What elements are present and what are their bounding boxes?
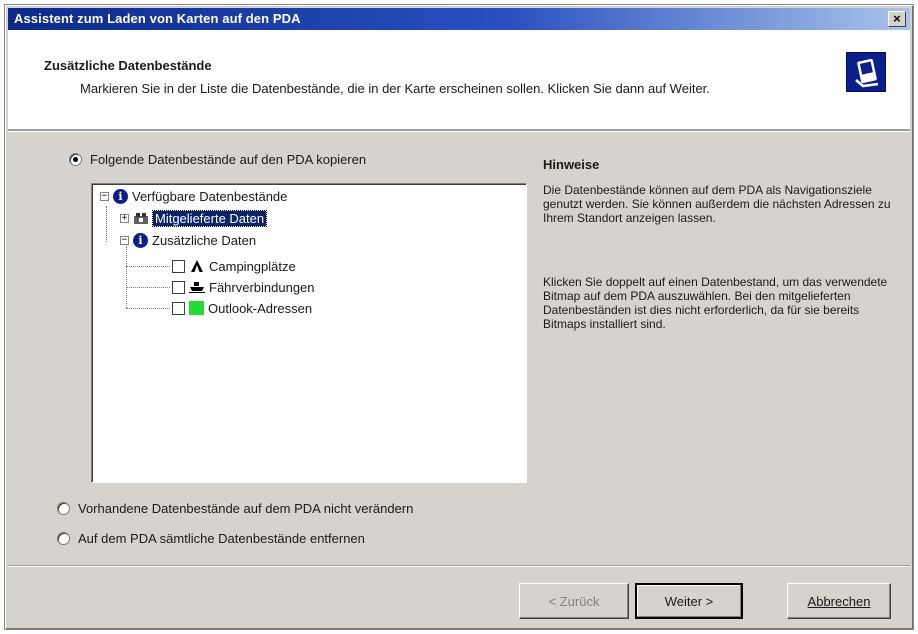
page-title: Zusätzliche Datenbestände	[44, 58, 212, 73]
collapse-icon[interactable]: −	[120, 235, 129, 245]
supplied-data-icon	[133, 211, 149, 225]
close-icon: ×	[893, 11, 901, 26]
ferry-icon	[189, 280, 205, 294]
green-square-icon	[189, 301, 204, 315]
next-button-label: Weiter >	[664, 593, 714, 609]
header-divider	[8, 130, 910, 132]
ferry-checkbox[interactable]	[172, 280, 185, 294]
cancel-button-label: Abbrechen	[807, 593, 871, 609]
keep-radio[interactable]	[57, 502, 70, 515]
tree-line	[126, 246, 127, 308]
page-description: Markieren Sie in der Liste die Datenbest…	[80, 81, 710, 96]
wizard-window: Assistent zum Laden von Karten auf den P…	[4, 4, 914, 630]
keep-option[interactable]: Vorhandene Datenbestände auf dem PDA nic…	[57, 501, 413, 516]
tree-item-ferry[interactable]: Fährverbindungen	[172, 277, 315, 297]
hints-paragraph: Die Datenbestände können auf dem PDA als…	[543, 183, 891, 225]
tree-line	[106, 206, 107, 242]
copy-option-label: Folgende Datenbestände auf den PDA kopie…	[90, 152, 367, 167]
hints-title: Hinweise	[543, 157, 600, 172]
camping-checkbox[interactable]	[172, 259, 185, 273]
window-title: Assistent zum Laden von Karten auf den P…	[14, 11, 301, 26]
tent-icon	[189, 259, 205, 273]
tree-node-label: Mitgelieferte Daten	[151, 209, 268, 227]
pda-icon	[846, 52, 886, 92]
title-bar[interactable]: Assistent zum Laden von Karten auf den P…	[8, 8, 910, 30]
keep-option-label: Vorhandene Datenbestände auf dem PDA nic…	[78, 501, 414, 516]
outlook-checkbox[interactable]	[172, 301, 185, 315]
expand-icon[interactable]: +	[120, 213, 129, 223]
tree-node-root[interactable]: − i Verfügbare Datenbestände	[100, 186, 287, 206]
tree-node-label: Outlook-Adressen	[208, 300, 313, 316]
info-icon: i	[133, 232, 148, 248]
tree-node-label: Zusätzliche Daten	[152, 232, 257, 248]
copy-radio[interactable]	[69, 153, 82, 166]
tree-node-label: Fährverbindungen	[209, 279, 315, 295]
cancel-button[interactable]: Abbrechen	[787, 583, 891, 619]
tree-node-label: Verfügbare Datenbestände	[132, 188, 288, 204]
tree-item-camping[interactable]: Campingplätze	[172, 256, 296, 276]
tree-node-additional[interactable]: − i Zusätzliche Daten	[120, 230, 256, 250]
footer-divider	[8, 565, 910, 567]
tree-node-supplied[interactable]: + Mitgelieferte Daten	[120, 208, 268, 228]
remove-radio[interactable]	[57, 532, 70, 545]
info-icon: i	[113, 188, 128, 204]
remove-option-label: Auf dem PDA sämtliche Datenbestände entf…	[78, 531, 365, 546]
tree-item-outlook[interactable]: Outlook-Adressen	[172, 298, 312, 318]
hints-paragraph: Klicken Sie doppelt auf einen Datenbesta…	[543, 275, 888, 331]
tree-node-label: Campingplätze	[209, 258, 296, 274]
back-button-label: < Zurück	[548, 593, 600, 609]
tree-line	[126, 266, 170, 267]
dataset-tree[interactable]: − i Verfügbare Datenbestände + Mitgelief…	[91, 183, 527, 483]
remove-option[interactable]: Auf dem PDA sämtliche Datenbestände entf…	[57, 531, 365, 546]
tree-line	[126, 308, 170, 309]
tree-line	[126, 287, 170, 288]
wizard-header: Zusätzliche Datenbestände Markieren Sie …	[8, 30, 910, 130]
close-button[interactable]: ×	[888, 11, 906, 27]
back-button[interactable]: < Zurück	[519, 583, 629, 619]
copy-option[interactable]: Folgende Datenbestände auf den PDA kopie…	[69, 152, 366, 167]
collapse-icon[interactable]: −	[100, 191, 109, 201]
next-button[interactable]: Weiter >	[635, 583, 743, 619]
